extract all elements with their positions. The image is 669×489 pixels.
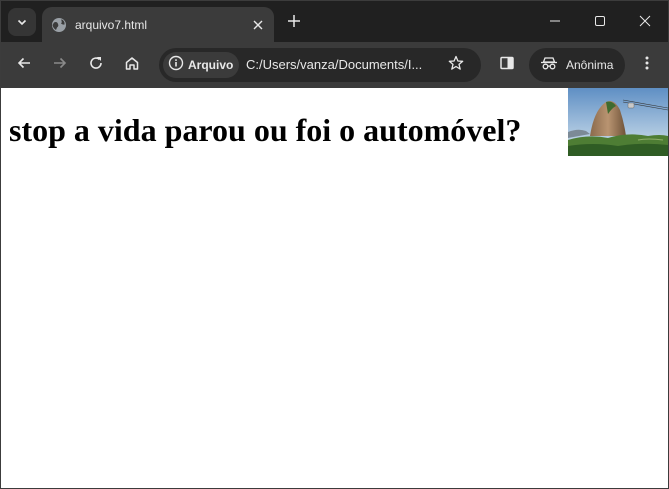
arrow-left-icon (16, 55, 32, 75)
new-tab-button[interactable] (282, 10, 306, 34)
toolbar: Arquivo C:/Users/vanza/Documents/I... An… (1, 42, 668, 88)
home-button[interactable] (118, 51, 146, 79)
maximize-button[interactable] (578, 5, 622, 37)
reload-icon (88, 55, 104, 75)
url-text[interactable]: C:/Users/vanza/Documents/I... (246, 57, 436, 72)
info-icon (168, 55, 184, 75)
site-info-label: Arquivo (188, 58, 234, 72)
plus-icon (287, 13, 301, 32)
home-icon (124, 55, 140, 75)
tab-strip: arquivo7.html (1, 1, 668, 42)
minimize-button[interactable] (533, 5, 577, 37)
more-vert-icon (639, 55, 655, 75)
side-panel-icon (499, 55, 515, 75)
back-button[interactable] (10, 51, 38, 79)
page-content: stop a vida parou ou foi o automóvel? (1, 88, 668, 488)
tab-search-button[interactable] (8, 8, 36, 36)
tab-title: arquivo7.html (75, 17, 148, 32)
browser-window: arquivo7.html Arquivo C:/Users/vanza/Doc… (0, 0, 669, 489)
page-heading: stop a vida parou ou foi o automóvel? (9, 112, 522, 148)
globe-icon (51, 17, 67, 33)
side-panel-button[interactable] (493, 51, 521, 79)
site-info-chip[interactable]: Arquivo (163, 52, 239, 78)
chevron-down-icon (16, 13, 28, 32)
reload-button[interactable] (82, 51, 110, 79)
star-icon (448, 55, 464, 75)
bookmark-button[interactable] (444, 53, 468, 77)
forward-button[interactable] (46, 51, 74, 79)
menu-button[interactable] (633, 51, 661, 79)
maximize-icon (594, 12, 606, 31)
close-icon[interactable] (248, 15, 268, 35)
incognito-profile-button[interactable]: Anônima (529, 48, 625, 82)
arrow-right-icon (52, 55, 68, 75)
incognito-icon (540, 55, 558, 75)
close-window-button[interactable] (623, 5, 667, 37)
close-window-icon (639, 12, 651, 31)
incognito-label: Anônima (566, 58, 614, 72)
address-bar[interactable]: Arquivo C:/Users/vanza/Documents/I... (159, 48, 481, 82)
tab-active[interactable]: arquivo7.html (42, 7, 274, 42)
minimize-icon (549, 12, 561, 31)
sugarloaf-photo (568, 88, 668, 156)
